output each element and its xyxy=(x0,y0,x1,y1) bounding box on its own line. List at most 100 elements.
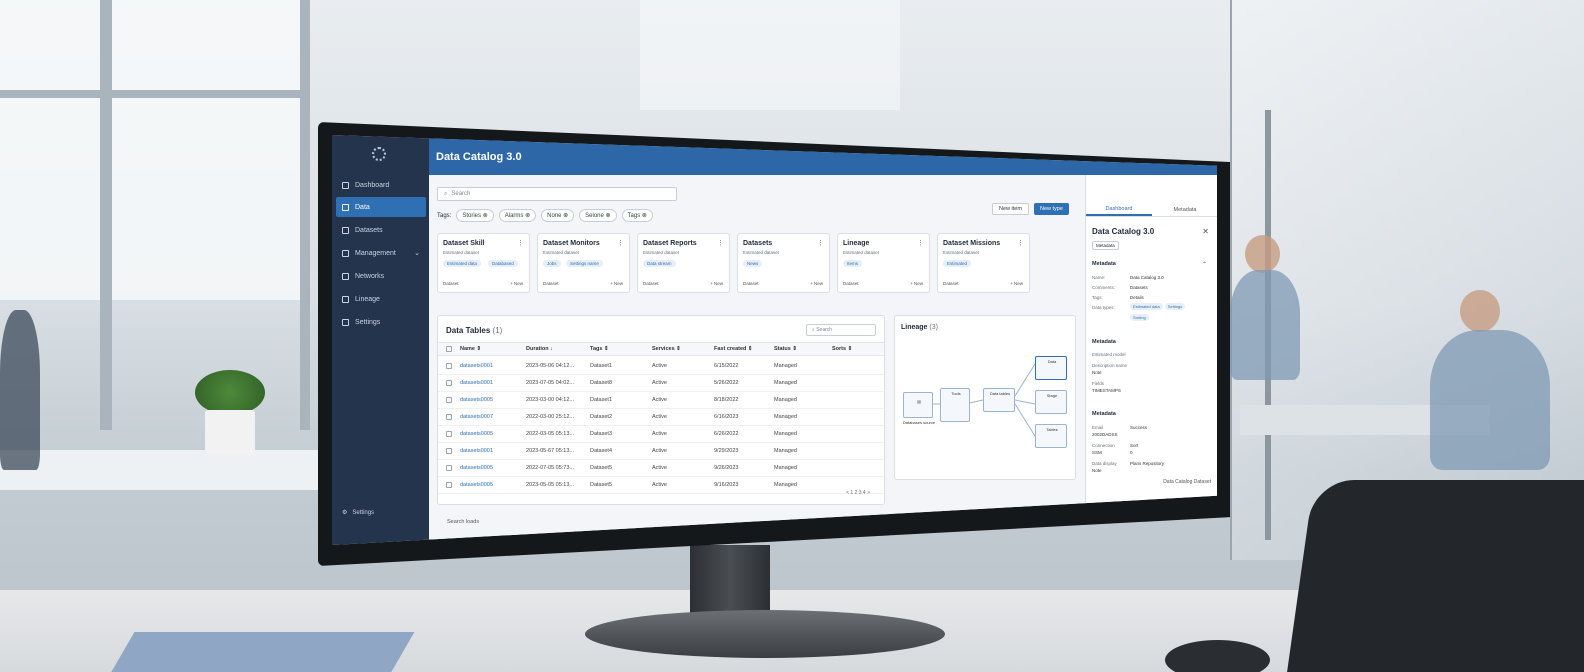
more-icon[interactable]: ⋮ xyxy=(717,239,724,247)
data-tables-panel: Data Tables (1) ⌕ Search Name ⇕ Duration… xyxy=(437,315,885,505)
table-cell[interactable]: datasets0001 xyxy=(460,363,526,369)
row-checkbox[interactable] xyxy=(446,431,452,437)
lineage-node-source[interactable]: ▤ xyxy=(903,392,933,418)
row-checkbox[interactable] xyxy=(446,448,452,454)
tab-metadata[interactable]: Metadata xyxy=(1152,203,1217,216)
table-search-input[interactable]: ⌕ Search xyxy=(806,324,876,336)
card-badge: Jobs xyxy=(543,260,561,267)
tag-chip[interactable]: None ⊗ xyxy=(541,209,575,222)
sidebar-item-lineage[interactable]: Lineage xyxy=(336,289,426,309)
tag-chip[interactable]: Selone ⊗ xyxy=(579,209,617,222)
card-new-button[interactable]: + New xyxy=(610,281,623,286)
table-cell[interactable]: datasets0005 xyxy=(460,465,526,471)
new-item-button[interactable]: New item xyxy=(992,203,1029,215)
table-row[interactable]: datasets0005 2023-03-00 04:12... Dataset1 A… xyxy=(438,392,884,409)
gear-icon xyxy=(342,318,349,326)
pagination[interactable]: < 1 2 3 4 > xyxy=(846,490,870,496)
lineage-node-stage[interactable]: Stage xyxy=(1035,390,1067,414)
lineage-node-tables[interactable]: Tables xyxy=(1035,424,1067,448)
person-head xyxy=(1460,290,1500,332)
table-cell: Managed xyxy=(774,431,797,437)
row-checkbox[interactable] xyxy=(446,482,452,488)
card-new-button[interactable]: + New xyxy=(510,281,523,286)
sidebar-item-networks[interactable]: Networks xyxy=(336,266,426,286)
tag-chip[interactable]: Stories ⊗ xyxy=(456,209,494,222)
column-header[interactable]: Duration ↓ xyxy=(526,346,590,352)
table-cell[interactable]: datasets0005 xyxy=(460,397,526,403)
dataset-card[interactable]: Datasets ⋮ Estimated dataset News Dataset + N… xyxy=(737,233,830,293)
sidebar-item-settings[interactable]: Settings xyxy=(336,312,426,332)
table-title: Data Tables (1) xyxy=(446,326,503,335)
row-checkbox[interactable] xyxy=(446,414,452,420)
office-background: Dashboard Data Datasets Management ⌄ Netw… xyxy=(0,0,1584,672)
table-row[interactable]: datasets0005 2022-03-05 05:13... Dataset3 A… xyxy=(438,426,884,443)
table-cell: Managed xyxy=(774,465,797,471)
table-row[interactable]: datasets0005 2023-05-05 05:13... Dataset5 A… xyxy=(438,477,884,494)
panel-badge: Metadata xyxy=(1092,241,1119,250)
sidebar-item-datasets[interactable]: Datasets xyxy=(336,220,426,240)
table-cell: 2023-05-67 05:13... xyxy=(526,448,575,454)
sidebar-item-data[interactable]: Data xyxy=(336,197,426,217)
card-new-button[interactable]: + New xyxy=(810,281,823,286)
search-input[interactable]: ⌕ Search xyxy=(437,187,677,201)
tab-dashboard[interactable]: Dashboard xyxy=(1086,203,1152,216)
more-icon[interactable]: ⋮ xyxy=(617,239,624,247)
window-mullion xyxy=(100,0,112,430)
table-row[interactable]: datasets0007 2022-03-00 25:12... Dataset2 A… xyxy=(438,409,884,426)
column-header[interactable]: Status ⇕ xyxy=(774,346,832,352)
table-cell[interactable]: datasets0001 xyxy=(460,448,526,454)
table-cell: Dataset1 xyxy=(590,363,613,369)
dataset-card[interactable]: Dataset Missions ⋮ Estimated dataset Estima… xyxy=(937,233,1030,293)
lineage-node-data-tables[interactable]: Data tables xyxy=(983,388,1015,412)
column-header[interactable]: Services ⇕ xyxy=(652,346,714,352)
table-row[interactable]: datasets0001 2023-07-05 04:02... Dataset8 A… xyxy=(438,375,884,392)
dataset-card[interactable]: Dataset Reports ⋮ Estimated dataset Data st… xyxy=(637,233,730,293)
table-cell[interactable]: datasets0005 xyxy=(460,431,526,437)
table-cell: Dataset3 xyxy=(590,431,613,437)
row-checkbox[interactable] xyxy=(446,363,452,369)
sidebar-item-management[interactable]: Management ⌄ xyxy=(336,243,426,263)
monitor-base xyxy=(585,610,945,658)
chevron-up-icon[interactable]: ⌃ xyxy=(1202,261,1207,268)
column-header[interactable]: Fast created ⇕ xyxy=(714,346,774,352)
close-icon[interactable]: ✕ xyxy=(1202,227,1209,236)
new-type-button[interactable]: New type xyxy=(1034,203,1069,215)
table-cell[interactable]: datasets0007 xyxy=(460,414,526,420)
table-cell[interactable]: datasets0001 xyxy=(460,380,526,386)
panel-row-value: 0 xyxy=(1130,450,1133,455)
plant xyxy=(195,370,265,415)
table-row[interactable]: datasets0005 2022-07-05 05:73... Dataset5 A… xyxy=(438,460,884,477)
lineage-node-data[interactable]: Data xyxy=(1035,356,1067,380)
card-new-button[interactable]: + New xyxy=(710,281,723,286)
select-all-checkbox[interactable] xyxy=(446,346,452,352)
sidebar-item-dashboard[interactable]: Dashboard xyxy=(336,175,426,195)
row-checkbox[interactable] xyxy=(446,465,452,471)
card-new-button[interactable]: + New xyxy=(910,281,923,286)
tag-chip[interactable]: Alarms ⊗ xyxy=(498,209,537,222)
column-header[interactable]: Tags ⇕ xyxy=(590,346,652,352)
key-icon xyxy=(342,249,349,257)
row-checkbox[interactable] xyxy=(446,380,452,386)
dataset-card[interactable]: Lineage ⋮ Estimated dataset Items Dataset + N… xyxy=(837,233,930,293)
column-header[interactable]: Sorts ⇕ xyxy=(832,346,884,352)
more-icon[interactable]: ⋮ xyxy=(1017,239,1024,247)
sidebar-footer-settings[interactable]: ⚙ Settings xyxy=(342,509,374,517)
more-icon[interactable]: ⋮ xyxy=(517,239,524,247)
panel-row-value: TIMESTAMPS xyxy=(1092,388,1121,393)
row-checkbox[interactable] xyxy=(446,397,452,403)
dataset-card[interactable]: Dataset Skill ⋮ Estimated dataset Estimated… xyxy=(437,233,530,293)
table-cell: Active xyxy=(652,414,667,420)
card-new-button[interactable]: + New xyxy=(1010,281,1023,286)
table-row[interactable]: datasets0001 2023-05-67 05:13... Dataset4 A… xyxy=(438,443,884,460)
more-icon[interactable]: ⋮ xyxy=(917,239,924,247)
more-icon[interactable]: ⋮ xyxy=(817,239,824,247)
column-header[interactable]: Name ⇕ xyxy=(460,346,526,352)
tag-icon xyxy=(342,226,349,234)
table-cell[interactable]: datasets0005 xyxy=(460,482,526,488)
lineage-node-tools[interactable]: Tools xyxy=(940,388,970,422)
tag-chip[interactable]: Tags ⊗ xyxy=(621,209,653,222)
panel-row-value: SSM xyxy=(1092,450,1102,455)
dataset-card[interactable]: Dataset Monitors ⋮ Estimated dataset Jobs Se… xyxy=(537,233,630,293)
table-row[interactable]: datasets0001 2023-05-06 04:12... Dataset1 A… xyxy=(438,358,884,375)
table-cell: Dataset5 xyxy=(590,482,613,488)
